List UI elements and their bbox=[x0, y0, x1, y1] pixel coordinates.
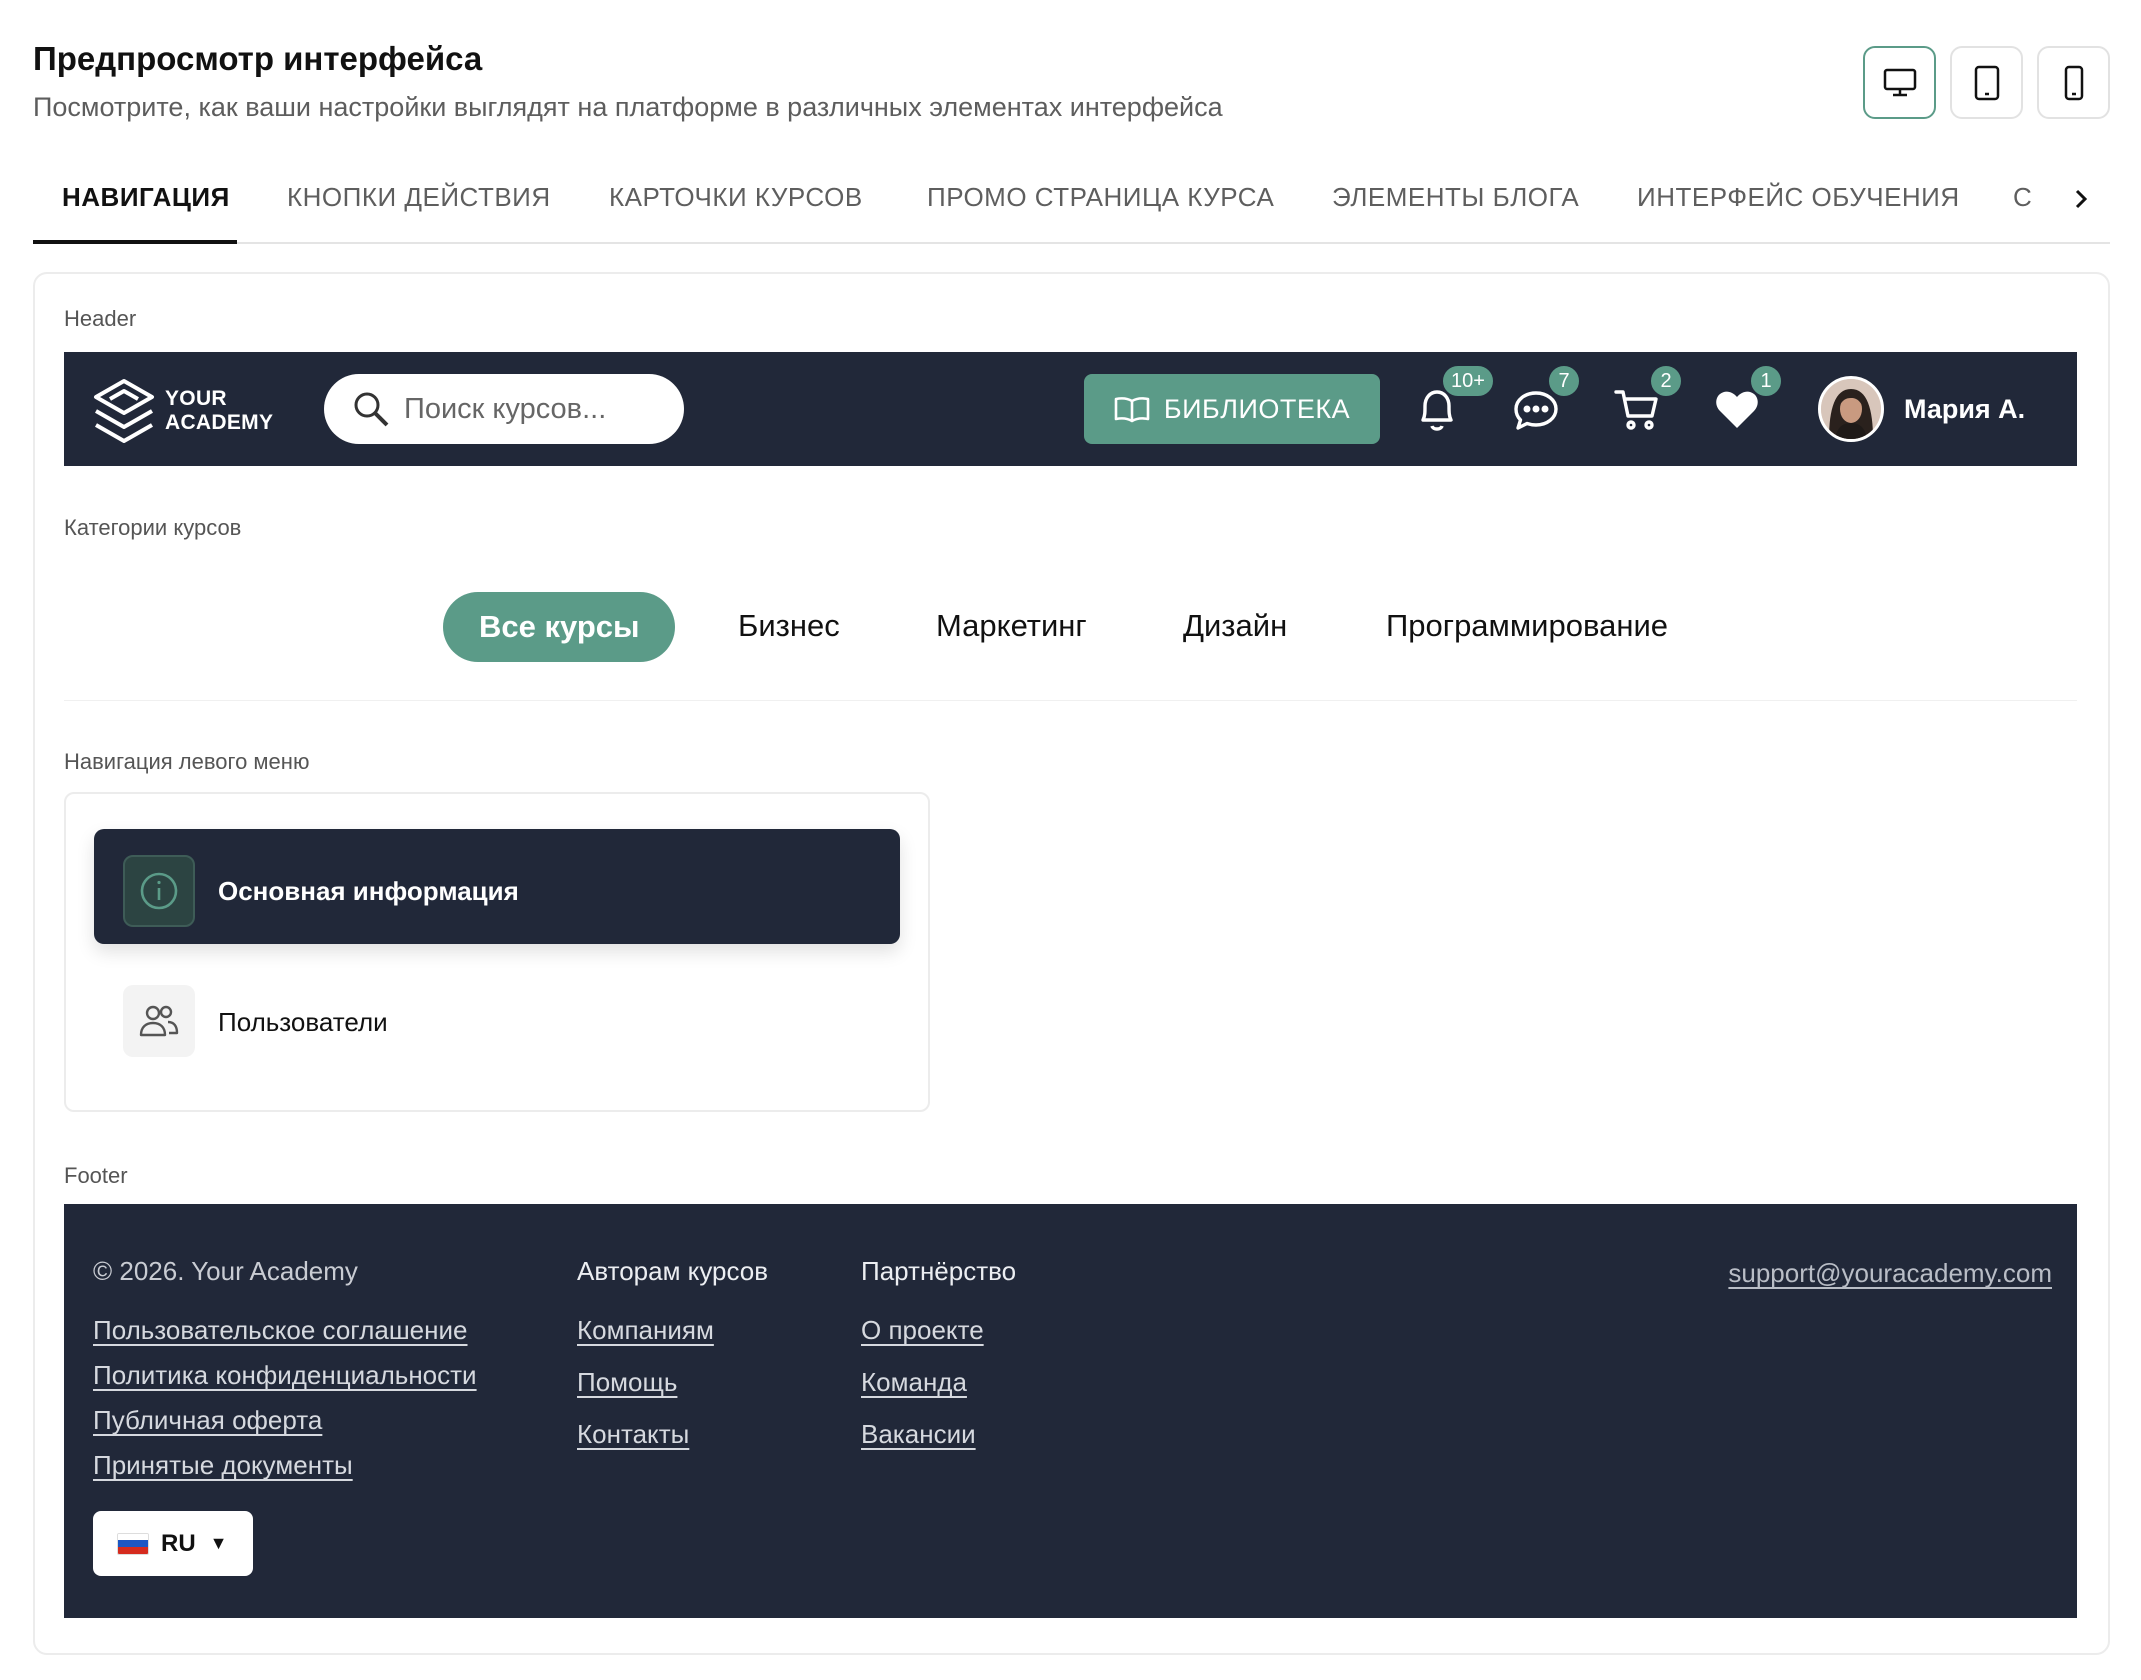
language-label: RU bbox=[161, 1529, 196, 1557]
footer-link-contacts[interactable]: Контакты bbox=[577, 1419, 689, 1450]
info-icon bbox=[140, 872, 178, 910]
tab-action-buttons[interactable]: КНОПКИ ДЕЙСТВИЯ bbox=[287, 182, 551, 213]
footer-col2-title: Авторам курсов bbox=[577, 1256, 769, 1286]
section-label-header: Header bbox=[64, 306, 137, 331]
footer-link-privacy-policy[interactable]: Политика конфиденциальности bbox=[93, 1360, 477, 1391]
footer-link-team[interactable]: Команда bbox=[861, 1367, 967, 1398]
tablet-icon bbox=[1974, 65, 1999, 100]
messages-badge: 7 bbox=[1547, 364, 1581, 398]
footer-link-companies[interactable]: Компаниям bbox=[577, 1315, 714, 1346]
category-programming[interactable]: Программирование bbox=[1386, 608, 1668, 644]
users-icon bbox=[139, 1005, 179, 1037]
menu-icon-box-info bbox=[123, 855, 195, 927]
book-icon bbox=[1114, 397, 1150, 423]
caret-down-icon: ▼ bbox=[209, 1533, 228, 1553]
menu-item-users[interactable]: Пользователи bbox=[218, 1007, 388, 1038]
tab-course-promo-page[interactable]: ПРОМО СТРАНИЦА КУРСА bbox=[927, 182, 1274, 213]
tabs-scroll-right-button[interactable] bbox=[2066, 184, 2096, 214]
tab-blog-elements[interactable]: ЭЛЕМЕНТЫ БЛОГА bbox=[1332, 182, 1579, 213]
mobile-icon bbox=[2064, 65, 2083, 100]
mobile-view-button[interactable] bbox=[2037, 46, 2110, 119]
notifications-badge: 10+ bbox=[1441, 364, 1495, 398]
logo-text-line1: YOUR bbox=[165, 387, 227, 410]
library-button[interactable]: БИБЛИОТЕКА bbox=[1084, 374, 1380, 444]
category-marketing[interactable]: Маркетинг bbox=[936, 608, 1087, 644]
favorites-badge: 1 bbox=[1749, 364, 1783, 398]
menu-label-main-info: Основная информация bbox=[218, 876, 519, 906]
footer-link-about[interactable]: О проекте bbox=[861, 1315, 984, 1346]
section-label-categories: Категории курсов bbox=[64, 515, 242, 540]
desktop-view-button[interactable] bbox=[1863, 46, 1936, 119]
tab-truncated[interactable]: С bbox=[2013, 182, 2032, 213]
section-label-footer: Footer bbox=[64, 1163, 128, 1188]
desktop-icon bbox=[1883, 68, 1916, 96]
active-tab-indicator bbox=[33, 240, 237, 244]
footer-link-help[interactable]: Помощь bbox=[577, 1367, 677, 1398]
footer-support-email[interactable]: support@youracademy.com bbox=[1728, 1258, 2052, 1289]
section-label-left-menu: Навигация левого меню bbox=[64, 749, 310, 774]
menu-item-users-icon-box[interactable] bbox=[123, 985, 195, 1057]
cart-icon bbox=[1614, 390, 1658, 430]
academy-logo-icon bbox=[94, 379, 154, 443]
chevron-right-icon bbox=[2075, 189, 2088, 209]
user-avatar[interactable] bbox=[1818, 376, 1884, 442]
category-business[interactable]: Бизнес bbox=[738, 608, 840, 644]
logo-text-line2: ACADEMY bbox=[165, 411, 274, 434]
search-box[interactable] bbox=[324, 374, 684, 444]
tab-learning-interface[interactable]: ИНТЕРФЕЙС ОБУЧЕНИЯ bbox=[1637, 182, 1960, 213]
user-avatar-image bbox=[1821, 379, 1881, 439]
tablet-view-button[interactable] bbox=[1950, 46, 2023, 119]
cart-badge: 2 bbox=[1649, 364, 1683, 398]
language-selector[interactable]: RU ▼ bbox=[93, 1511, 253, 1576]
search-icon bbox=[354, 392, 389, 427]
footer-copyright: © 2026. Your Academy bbox=[93, 1256, 358, 1286]
library-button-label: БИБЛИОТЕКА bbox=[1163, 393, 1351, 424]
footer-col3-title: Партнёрство bbox=[861, 1256, 1017, 1286]
footer-link-public-offer[interactable]: Публичная оферта bbox=[93, 1405, 322, 1436]
page-subtitle: Посмотрите, как ваши настройки выглядят … bbox=[33, 92, 1223, 122]
academy-logo[interactable] bbox=[92, 377, 156, 450]
search-input[interactable] bbox=[404, 392, 654, 426]
russia-flag-icon bbox=[117, 1532, 149, 1555]
category-design[interactable]: Дизайн bbox=[1183, 608, 1287, 644]
section-divider bbox=[64, 700, 2077, 701]
footer-link-vacancies[interactable]: Вакансии bbox=[861, 1419, 976, 1450]
page-title: Предпросмотр интерфейса bbox=[33, 40, 483, 77]
category-all-courses[interactable]: Все курсы bbox=[443, 592, 676, 662]
tab-course-cards[interactable]: КАРТОЧКИ КУРСОВ bbox=[609, 182, 863, 213]
heart-icon bbox=[1716, 391, 1758, 428]
tab-bar: НАВИГАЦИЯ КНОПКИ ДЕЙСТВИЯ КАРТОЧКИ КУРСО… bbox=[33, 168, 2110, 244]
user-name[interactable]: Мария А. bbox=[1904, 394, 2025, 425]
footer-link-user-agreement[interactable]: Пользовательское соглашение bbox=[93, 1315, 468, 1346]
tab-navigation[interactable]: НАВИГАЦИЯ bbox=[62, 182, 230, 213]
footer-link-accepted-documents[interactable]: Принятые документы bbox=[93, 1450, 353, 1481]
